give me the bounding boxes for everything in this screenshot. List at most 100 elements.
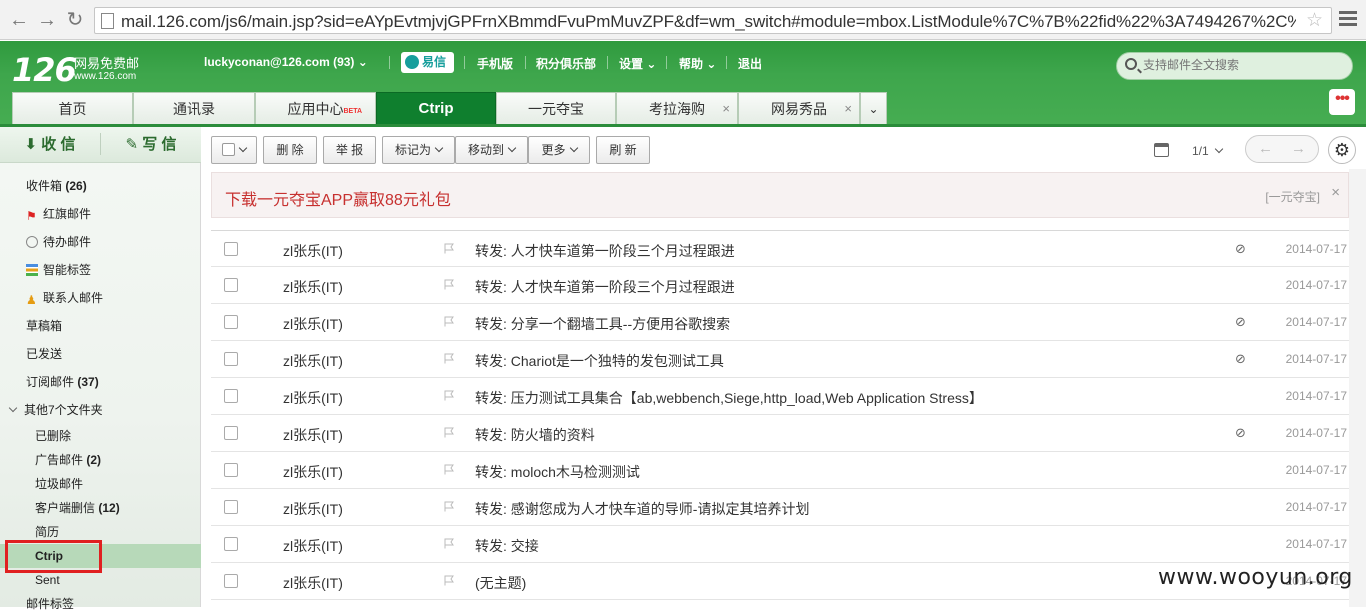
flag-icon[interactable] xyxy=(444,243,455,254)
address-bar[interactable]: mail.126.com/js6/main.jsp?sid=eAYpEvtmjv… xyxy=(94,7,1332,34)
flag-icon[interactable] xyxy=(444,538,455,549)
prev-page-icon[interactable]: ← xyxy=(1258,140,1273,157)
folder-spam[interactable]: 垃圾邮件 xyxy=(0,472,201,496)
flag-icon[interactable] xyxy=(444,390,455,401)
account-menu[interactable]: luckyconan@126.com (93) ⌄ xyxy=(204,55,368,69)
subject[interactable]: 转发: Chariot是一个独特的发包测试工具 xyxy=(475,351,724,371)
next-page-icon[interactable]: → xyxy=(1291,140,1306,157)
help-menu[interactable]: 帮助 ⌄ xyxy=(679,55,716,72)
subject[interactable]: 转发: 感谢您成为人才快车道的导师-请拟定其培养计划 xyxy=(475,499,809,519)
page-indicator[interactable]: 1/1 xyxy=(1192,144,1224,158)
folder-smart-tags[interactable]: 智能标签 xyxy=(0,258,201,282)
row-checkbox[interactable] xyxy=(224,352,238,366)
flag-icon[interactable] xyxy=(444,464,455,475)
more-apps-button[interactable]: ••• xyxy=(1329,89,1355,115)
subject[interactable]: 转发: 人才快车道第一阶段三个月过程跟进 xyxy=(475,241,735,261)
table-row[interactable]: zl张乐(IT) 转发: 感谢您成为人才快车道的导师-请拟定其培养计划 2014-0… xyxy=(211,489,1349,526)
points-club-link[interactable]: 积分俱乐部 xyxy=(536,55,596,72)
flag-icon[interactable] xyxy=(444,279,455,290)
subject[interactable]: 转发: moloch木马检测测试 xyxy=(475,462,640,482)
reload-icon[interactable]: ↻ xyxy=(64,9,86,31)
close-icon[interactable]: × xyxy=(844,93,852,125)
move-to-dropdown[interactable]: 移动到 xyxy=(455,136,528,164)
folder-flagged[interactable]: ⚑ 红旗邮件 xyxy=(0,202,201,226)
row-checkbox[interactable] xyxy=(224,242,238,256)
flag-icon[interactable] xyxy=(444,501,455,512)
mail-search[interactable] xyxy=(1116,52,1353,80)
folder-todo[interactable]: 待办邮件 xyxy=(0,230,201,254)
calendar-icon[interactable] xyxy=(1154,143,1169,157)
folder-sent[interactable]: 已发送 xyxy=(0,342,201,366)
ad-banner[interactable]: 下载一元夺宝APP赢取88元礼包 [一元夺宝] × xyxy=(211,172,1349,218)
table-row[interactable]: zl张乐(IT) 转发: moloch木马检测测试 2014-07-17 xyxy=(211,452,1349,489)
row-checkbox[interactable] xyxy=(224,315,238,329)
flag-icon[interactable] xyxy=(444,353,455,364)
tab-kaola[interactable]: 考拉海购 × xyxy=(616,92,738,126)
ad-text[interactable]: 下载一元夺宝APP赢取88元礼包 xyxy=(225,186,451,210)
settings-menu[interactable]: 设置 ⌄ xyxy=(619,55,656,72)
tab-more[interactable]: ⌄ xyxy=(860,92,887,126)
subject[interactable]: 转发: 分享一个翻墙工具--方便用谷歌搜索 xyxy=(475,314,730,334)
subject[interactable]: 转发: 人才快车道第一阶段三个月过程跟进 xyxy=(475,277,735,297)
tab-app-center[interactable]: 应用中心 BETA xyxy=(255,92,376,126)
scrollbar[interactable] xyxy=(1349,169,1366,607)
delete-button[interactable]: 删 除 xyxy=(263,136,317,164)
tab-yiyuan[interactable]: 一元夺宝 xyxy=(496,92,616,126)
mobile-link[interactable]: 手机版 xyxy=(477,55,513,72)
table-row[interactable]: zl张乐(IT) 转发: Chariot是一个独特的发包测试工具 ⊘ 2014-07-… xyxy=(211,341,1349,378)
table-row[interactable]: zl张乐(IT) 转发: 压力测试工具集合【ab,webbench,Siege,h… xyxy=(211,378,1349,415)
row-checkbox[interactable] xyxy=(224,574,238,588)
write-button[interactable]: ✎ 写 信 xyxy=(101,127,201,162)
table-row[interactable]: zl张乐(IT) 转发: 人才快车道第一阶段三个月过程跟进 2014-07-17 xyxy=(211,267,1349,304)
folder-group-other[interactable]: 其他7个文件夹 xyxy=(0,398,201,422)
row-checkbox[interactable] xyxy=(224,389,238,403)
flag-icon[interactable] xyxy=(444,575,455,586)
close-icon[interactable]: × xyxy=(1331,184,1340,201)
table-row[interactable]: zl张乐(IT) 转发: 分享一个翻墙工具--方便用谷歌搜索 ⊘ 2014-07-17 xyxy=(211,304,1349,341)
row-checkbox[interactable] xyxy=(224,426,238,440)
refresh-button[interactable]: 刷 新 xyxy=(596,136,650,164)
logo[interactable]: 126 网易免费邮 www.126.com xyxy=(12,51,139,89)
folder-drafts[interactable]: 草稿箱 xyxy=(0,314,201,338)
subject[interactable]: 转发: 压力测试工具集合【ab,webbench,Siege,http_load… xyxy=(475,388,983,408)
receive-button[interactable]: ⬇ 收 信 xyxy=(0,127,100,162)
tab-xiupin[interactable]: 网易秀品 × xyxy=(738,92,860,126)
browser-menu-icon[interactable] xyxy=(1339,11,1357,27)
subject[interactable]: 转发: 交接 xyxy=(475,536,539,556)
forward-icon[interactable]: → xyxy=(36,9,58,31)
tab-ctrip[interactable]: Ctrip xyxy=(376,92,496,126)
select-all-dropdown[interactable] xyxy=(211,136,257,164)
row-checkbox[interactable] xyxy=(224,537,238,551)
report-button[interactable]: 举 报 xyxy=(323,136,376,164)
folder-ads[interactable]: 广告邮件 (2) xyxy=(0,448,201,472)
folder-inbox[interactable]: 收件箱 (26) xyxy=(0,174,201,198)
more-dropdown[interactable]: 更多 xyxy=(528,136,590,164)
search-input[interactable] xyxy=(1143,58,1343,72)
subject[interactable]: (无主题) xyxy=(475,573,526,593)
folder-mail-tags[interactable]: 邮件标签 xyxy=(0,592,201,616)
table-row[interactable]: zl张乐(IT) 转发: 人才快车道第一阶段三个月过程跟进 ⊘ 2014-07-17 xyxy=(211,230,1349,267)
tab-contacts[interactable]: 通讯录 xyxy=(133,92,255,126)
row-checkbox[interactable] xyxy=(224,500,238,514)
bookmark-star-icon[interactable]: ☆ xyxy=(1306,9,1323,32)
back-icon[interactable]: ← xyxy=(8,9,30,31)
folder-deleted[interactable]: 已删除 xyxy=(0,424,201,448)
tab-home[interactable]: 首页 xyxy=(12,92,133,126)
flag-icon[interactable] xyxy=(444,316,455,327)
folder-client-deleted[interactable]: 客户端删信 (12) xyxy=(0,496,201,520)
table-row[interactable]: zl张乐(IT) 转发: 防火墙的资料 ⊘ 2014-07-17 xyxy=(211,415,1349,452)
url-text[interactable]: mail.126.com/js6/main.jsp?sid=eAYpEvtmjv… xyxy=(121,12,1296,32)
checkbox[interactable] xyxy=(222,143,235,156)
logout-link[interactable]: 退出 xyxy=(738,55,762,72)
yixin-button[interactable]: 易信 xyxy=(401,52,454,73)
folder-contact-mail[interactable]: ♟ 联系人邮件 xyxy=(0,286,201,310)
subject[interactable]: 转发: 防火墙的资料 xyxy=(475,425,595,445)
row-checkbox[interactable] xyxy=(224,463,238,477)
flag-icon[interactable] xyxy=(444,427,455,438)
settings-gear-icon[interactable]: ⚙ xyxy=(1328,136,1356,164)
row-checkbox[interactable] xyxy=(224,278,238,292)
folder-subscriptions[interactable]: 订阅邮件 (37) xyxy=(0,370,201,394)
table-row[interactable]: zl张乐(IT) 转发: 交接 2014-07-17 xyxy=(211,526,1349,563)
mark-as-dropdown[interactable]: 标记为 xyxy=(382,136,455,164)
close-icon[interactable]: × xyxy=(722,93,730,125)
